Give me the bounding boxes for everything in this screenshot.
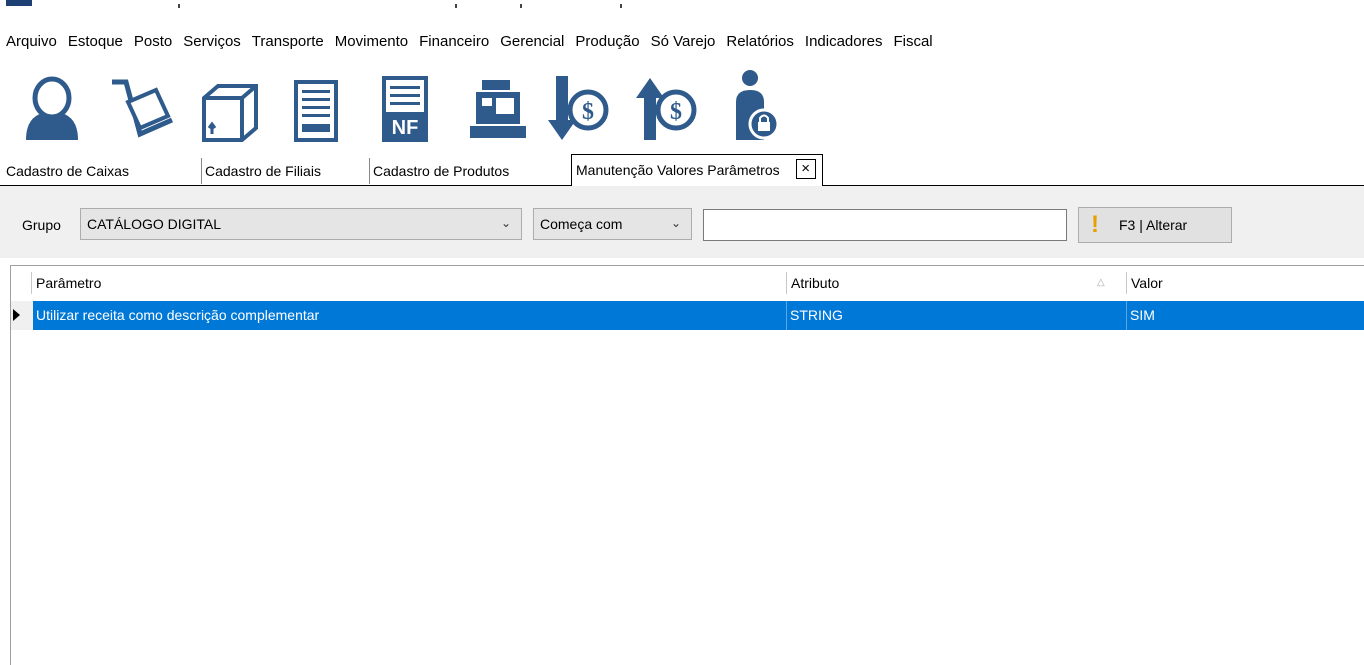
close-icon[interactable]: × [795, 159, 816, 180]
menu-arquivo[interactable]: Arquivo [0, 30, 62, 54]
menu-transporte[interactable]: Transporte [246, 30, 329, 54]
row-cells: Utilizar receita como descrição compleme… [33, 301, 1364, 330]
svg-text:$: $ [670, 99, 682, 125]
nf-document-icon[interactable]: NF [370, 68, 440, 144]
cash-register-icon[interactable] [462, 68, 532, 144]
sort-up-icon: △ [1097, 277, 1105, 288]
menu-movimento[interactable]: Movimento [329, 30, 413, 54]
column-header-parametro[interactable]: Parâmetro [31, 272, 786, 294]
grid-header: Parâmetro Atributo △ Valor [11, 266, 1364, 300]
menu-gerencial[interactable]: Gerencial [494, 30, 569, 54]
tab-strip: Cadastro de Caixas Cadastro de Filiais C… [0, 152, 1364, 187]
money-up-icon[interactable]: $ [632, 68, 702, 144]
money-down-icon[interactable]: $ [544, 68, 614, 144]
tab-cadastro-caixas[interactable]: Cadastro de Caixas [6, 158, 129, 184]
title-fragment [178, 4, 180, 8]
menu-bar: Arquivo Estoque Posto Serviços Transport… [0, 30, 938, 54]
grupo-value: CATÁLOGO DIGITAL [87, 216, 222, 232]
filter-bar: Grupo CATÁLOGO DIGITAL ⌄ Começa com ⌄ ! … [0, 186, 1364, 258]
column-header-valor[interactable]: Valor [1126, 272, 1364, 294]
cell-valor[interactable]: SIM [1126, 301, 1364, 330]
tab-manutencao-valores-parametros[interactable]: Manutenção Valores Parâmetros × [571, 154, 823, 187]
menu-posto[interactable]: Posto [128, 30, 177, 54]
svg-text:NF: NF [392, 117, 419, 139]
grupo-label: Grupo [22, 217, 61, 233]
menu-producao[interactable]: Produção [569, 30, 644, 54]
title-fragment [520, 4, 522, 8]
svg-text:$: $ [582, 99, 594, 125]
match-mode-select[interactable]: Começa com ⌄ [533, 208, 692, 240]
cell-atributo[interactable]: STRING [786, 301, 1126, 330]
menu-financeiro[interactable]: Financeiro [413, 30, 494, 54]
cell-parametro[interactable]: Utilizar receita como descrição compleme… [33, 301, 786, 330]
grupo-select[interactable]: CATÁLOGO DIGITAL ⌄ [80, 208, 522, 240]
menu-estoque[interactable]: Estoque [62, 30, 128, 54]
column-header-atributo[interactable]: Atributo [786, 272, 1126, 294]
alterar-button[interactable]: ! F3 | Alterar [1078, 207, 1232, 243]
match-mode-value: Começa com [540, 216, 623, 232]
warning-icon: ! [1091, 211, 1099, 238]
table-row[interactable]: Utilizar receita como descrição compleme… [11, 301, 1364, 330]
menu-fiscal[interactable]: Fiscal [887, 30, 937, 54]
menu-indicadores[interactable]: Indicadores [799, 30, 888, 54]
menu-servicos[interactable]: Serviços [177, 30, 246, 54]
parameters-grid: Parâmetro Atributo △ Valor Utilizar rece… [10, 265, 1364, 665]
title-bar [0, 0, 1364, 12]
search-input[interactable] [703, 209, 1067, 241]
chevron-down-icon: ⌄ [670, 216, 681, 230]
menu-so-varejo[interactable]: Só Varejo [645, 30, 721, 54]
row-indicator [11, 301, 33, 330]
title-fragment [455, 4, 457, 8]
toolbar: NF $ $ [0, 62, 1364, 146]
tab-cadastro-filiais[interactable]: Cadastro de Filiais [201, 158, 321, 184]
alterar-button-label: F3 | Alterar [1119, 217, 1188, 233]
chevron-down-icon: ⌄ [500, 216, 511, 230]
document-icon[interactable] [284, 68, 354, 144]
app-icon [6, 0, 32, 6]
box-icon[interactable] [196, 68, 266, 144]
title-fragment [620, 4, 622, 8]
user-icon[interactable] [18, 68, 88, 144]
cart-icon[interactable] [106, 68, 176, 144]
menu-relatorios[interactable]: Relatórios [720, 30, 799, 54]
current-row-icon [13, 309, 20, 321]
tab-cadastro-produtos[interactable]: Cadastro de Produtos [369, 158, 509, 184]
user-lock-icon[interactable] [728, 68, 798, 144]
tab-label: Manutenção Valores Parâmetros [576, 162, 780, 178]
